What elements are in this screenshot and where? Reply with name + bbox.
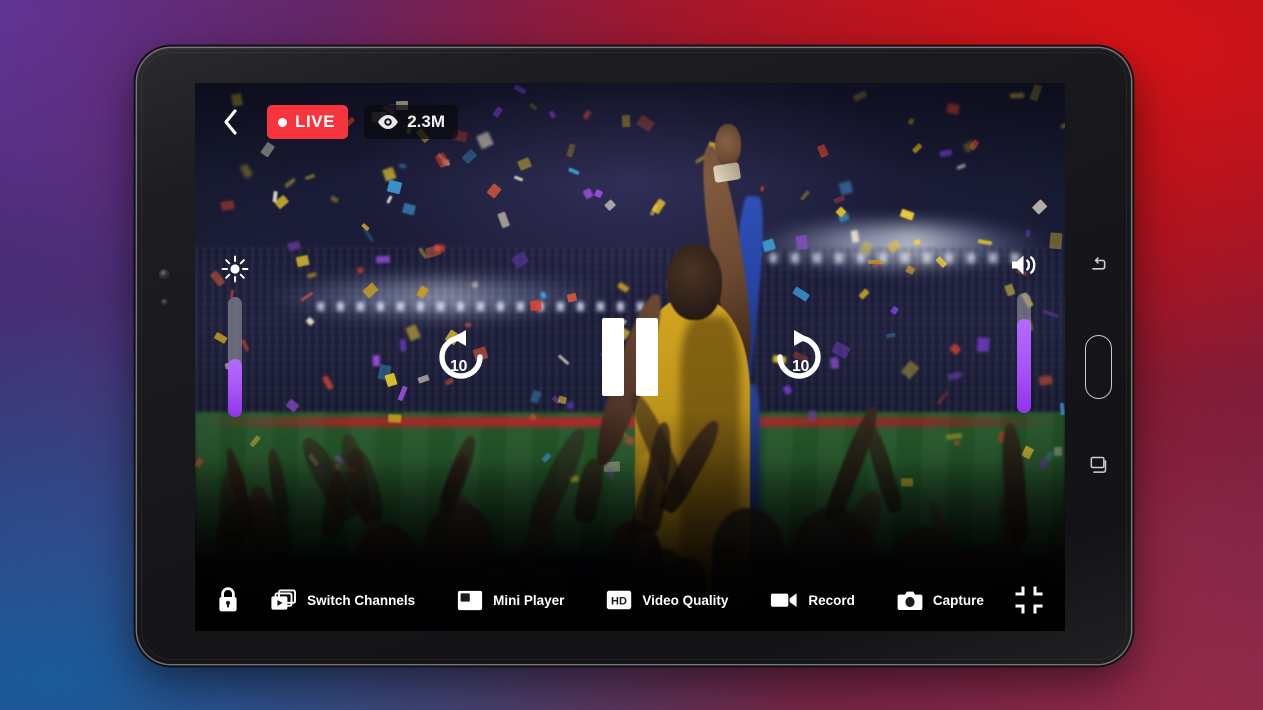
video-camera-icon <box>770 590 798 610</box>
svg-text:HD: HD <box>611 595 627 607</box>
tablet-device: LIVE 2.3M 10 10 Switch Channels Mini Pla… <box>137 48 1131 664</box>
switch-channels-label: Switch Channels <box>307 592 416 608</box>
nav-recents-key[interactable] <box>1079 446 1117 484</box>
chevron-left-icon <box>223 109 237 135</box>
record-label: Record <box>808 592 855 608</box>
forward-seconds-label: 10 <box>792 358 809 375</box>
lock-button[interactable] <box>217 587 239 613</box>
video-quality-label: Video Quality <box>642 592 729 608</box>
viewer-count-label: 2.3M <box>407 112 445 131</box>
eye-icon <box>378 114 399 130</box>
nav-back-key[interactable] <box>1079 244 1117 282</box>
recents-squares-icon <box>1090 456 1107 473</box>
front-camera-icon <box>160 270 168 278</box>
player-top-bar: LIVE 2.3M <box>195 83 1065 161</box>
center-playback-controls: 10 10 <box>195 318 1065 396</box>
capture-label: Capture <box>932 592 984 608</box>
live-label: LIVE <box>295 112 336 131</box>
back-button[interactable] <box>215 105 245 139</box>
switch-channels-icon <box>270 589 297 611</box>
pause-bar-left <box>602 318 624 396</box>
tablet-screen: LIVE 2.3M 10 10 Switch Channels Mini Pla… <box>195 83 1065 631</box>
player-bottom-bar: Switch Channels Mini Player HD Video Qua… <box>195 569 1065 631</box>
mini-player-label: Mini Player <box>493 592 565 608</box>
live-dot-icon <box>278 117 287 127</box>
replay-10-icon <box>439 330 483 379</box>
mini-player-button[interactable]: Mini Player <box>457 590 564 611</box>
brightness-sun-icon <box>221 255 249 283</box>
home-pill-icon <box>1084 335 1112 399</box>
video-quality-button[interactable]: HD Video Quality <box>606 590 728 610</box>
forward-10-icon <box>777 330 821 379</box>
pause-button[interactable] <box>602 318 658 396</box>
pause-bar-right <box>636 318 658 396</box>
nav-home-key[interactable] <box>1079 329 1117 405</box>
exit-fullscreen-button[interactable] <box>1015 586 1043 614</box>
viewer-count-badge: 2.3M <box>364 105 458 139</box>
exit-fullscreen-icon <box>1015 586 1043 614</box>
player-controls-overlay: LIVE 2.3M 10 10 Switch Channels Mini Pla… <box>195 83 1065 631</box>
camera-icon <box>897 590 923 611</box>
light-sensor-icon <box>161 299 168 305</box>
live-badge: LIVE <box>267 105 349 139</box>
bottom-action-list: Switch Channels Mini Player HD Video Qua… <box>239 589 1015 611</box>
navigation-keys <box>1065 48 1131 664</box>
hd-icon: HD <box>606 590 632 610</box>
rewind-10-button[interactable]: 10 <box>430 326 492 388</box>
volume-speaker-icon <box>1009 251 1039 279</box>
lock-icon <box>219 587 237 612</box>
capture-button[interactable]: Capture <box>897 590 984 611</box>
rewind-seconds-label: 10 <box>450 358 467 375</box>
mini-player-icon <box>457 590 483 611</box>
forward-10-button[interactable]: 10 <box>768 326 830 388</box>
switch-channels-button[interactable]: Switch Channels <box>270 589 415 611</box>
back-arrow-icon <box>1092 257 1106 270</box>
record-button[interactable]: Record <box>770 590 855 610</box>
